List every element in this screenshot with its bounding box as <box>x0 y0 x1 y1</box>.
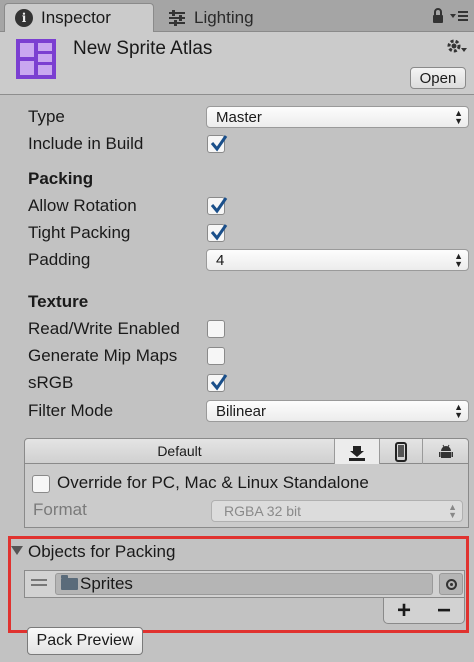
tab-inspector-label: Inspector <box>41 8 111 27</box>
tight-packing-label: Tight Packing <box>28 223 131 242</box>
srgb-checkbox[interactable] <box>207 374 228 392</box>
format-value: RGBA 32 bit <box>224 503 302 519</box>
platform-tab-ios[interactable] <box>380 439 422 464</box>
phone-icon <box>395 441 407 462</box>
dropdown-arrow-icon: ▲ ▼ <box>454 251 463 269</box>
override-checkbox[interactable] <box>32 475 50 493</box>
read-write-checkbox[interactable] <box>207 320 225 338</box>
tight-packing-checkbox[interactable] <box>207 224 228 242</box>
checkmark-icon <box>210 135 228 152</box>
padding-value: 4 <box>216 251 225 269</box>
tab-lighting[interactable]: Lighting <box>158 3 308 32</box>
texture-heading: Texture <box>28 292 89 311</box>
platform-tab-standalone[interactable] <box>335 439 379 464</box>
allow-rotation-checkbox[interactable] <box>207 197 228 215</box>
checkmark-icon <box>210 197 228 214</box>
asset-header <box>0 32 474 95</box>
pack-preview-button[interactable]: Pack Preview <box>27 627 143 655</box>
download-icon <box>349 445 365 461</box>
filter-mode-value: Bilinear <box>216 402 267 420</box>
include-in-build-label: Include in Build <box>28 134 144 153</box>
packing-heading: Packing <box>28 169 94 188</box>
filter-mode-dropdown[interactable]: Bilinear ▲ ▼ <box>206 400 469 422</box>
format-dropdown: RGBA 32 bit ▲ ▼ <box>211 500 463 522</box>
tab-lighting-label: Lighting <box>194 7 254 27</box>
tab-inspector[interactable]: i Inspector <box>4 3 154 32</box>
type-value: Master <box>216 108 262 126</box>
type-dropdown[interactable]: Master ▲ ▼ <box>206 106 469 128</box>
platform-tab-android[interactable] <box>423 439 468 464</box>
type-label: Type <box>28 107 65 126</box>
info-icon: i <box>15 9 33 27</box>
dropdown-arrow-icon: ▲ ▼ <box>454 108 463 126</box>
include-in-build-checkbox[interactable] <box>207 135 228 153</box>
checkmark-icon <box>210 374 228 391</box>
gear-icon[interactable] <box>446 38 468 56</box>
mip-maps-checkbox[interactable] <box>207 347 225 365</box>
highlight-box <box>8 536 469 633</box>
checkmark-icon <box>210 224 228 241</box>
platform-tab-default[interactable]: Default <box>25 439 334 463</box>
tab-menu-icon[interactable] <box>450 9 468 23</box>
asset-title: New Sprite Atlas <box>73 38 213 59</box>
android-icon <box>438 444 453 458</box>
format-label: Format <box>33 500 87 519</box>
override-label: Override for PC, Mac & Linux Standalone <box>57 473 369 492</box>
lock-icon[interactable] <box>432 8 444 23</box>
read-write-label: Read/Write Enabled <box>28 319 180 338</box>
mip-maps-label: Generate Mip Maps <box>28 346 178 365</box>
open-button[interactable]: Open <box>410 67 466 89</box>
sliders-icon <box>169 9 185 26</box>
padding-dropdown[interactable]: 4 ▲ ▼ <box>206 249 469 271</box>
dropdown-arrow-icon: ▲ ▼ <box>448 502 457 520</box>
dropdown-arrow-icon: ▲ ▼ <box>454 402 463 420</box>
sprite-atlas-icon <box>16 39 56 79</box>
allow-rotation-label: Allow Rotation <box>28 196 137 215</box>
padding-label: Padding <box>28 250 91 269</box>
srgb-label: sRGB <box>28 373 74 392</box>
filter-mode-label: Filter Mode <box>28 401 114 420</box>
